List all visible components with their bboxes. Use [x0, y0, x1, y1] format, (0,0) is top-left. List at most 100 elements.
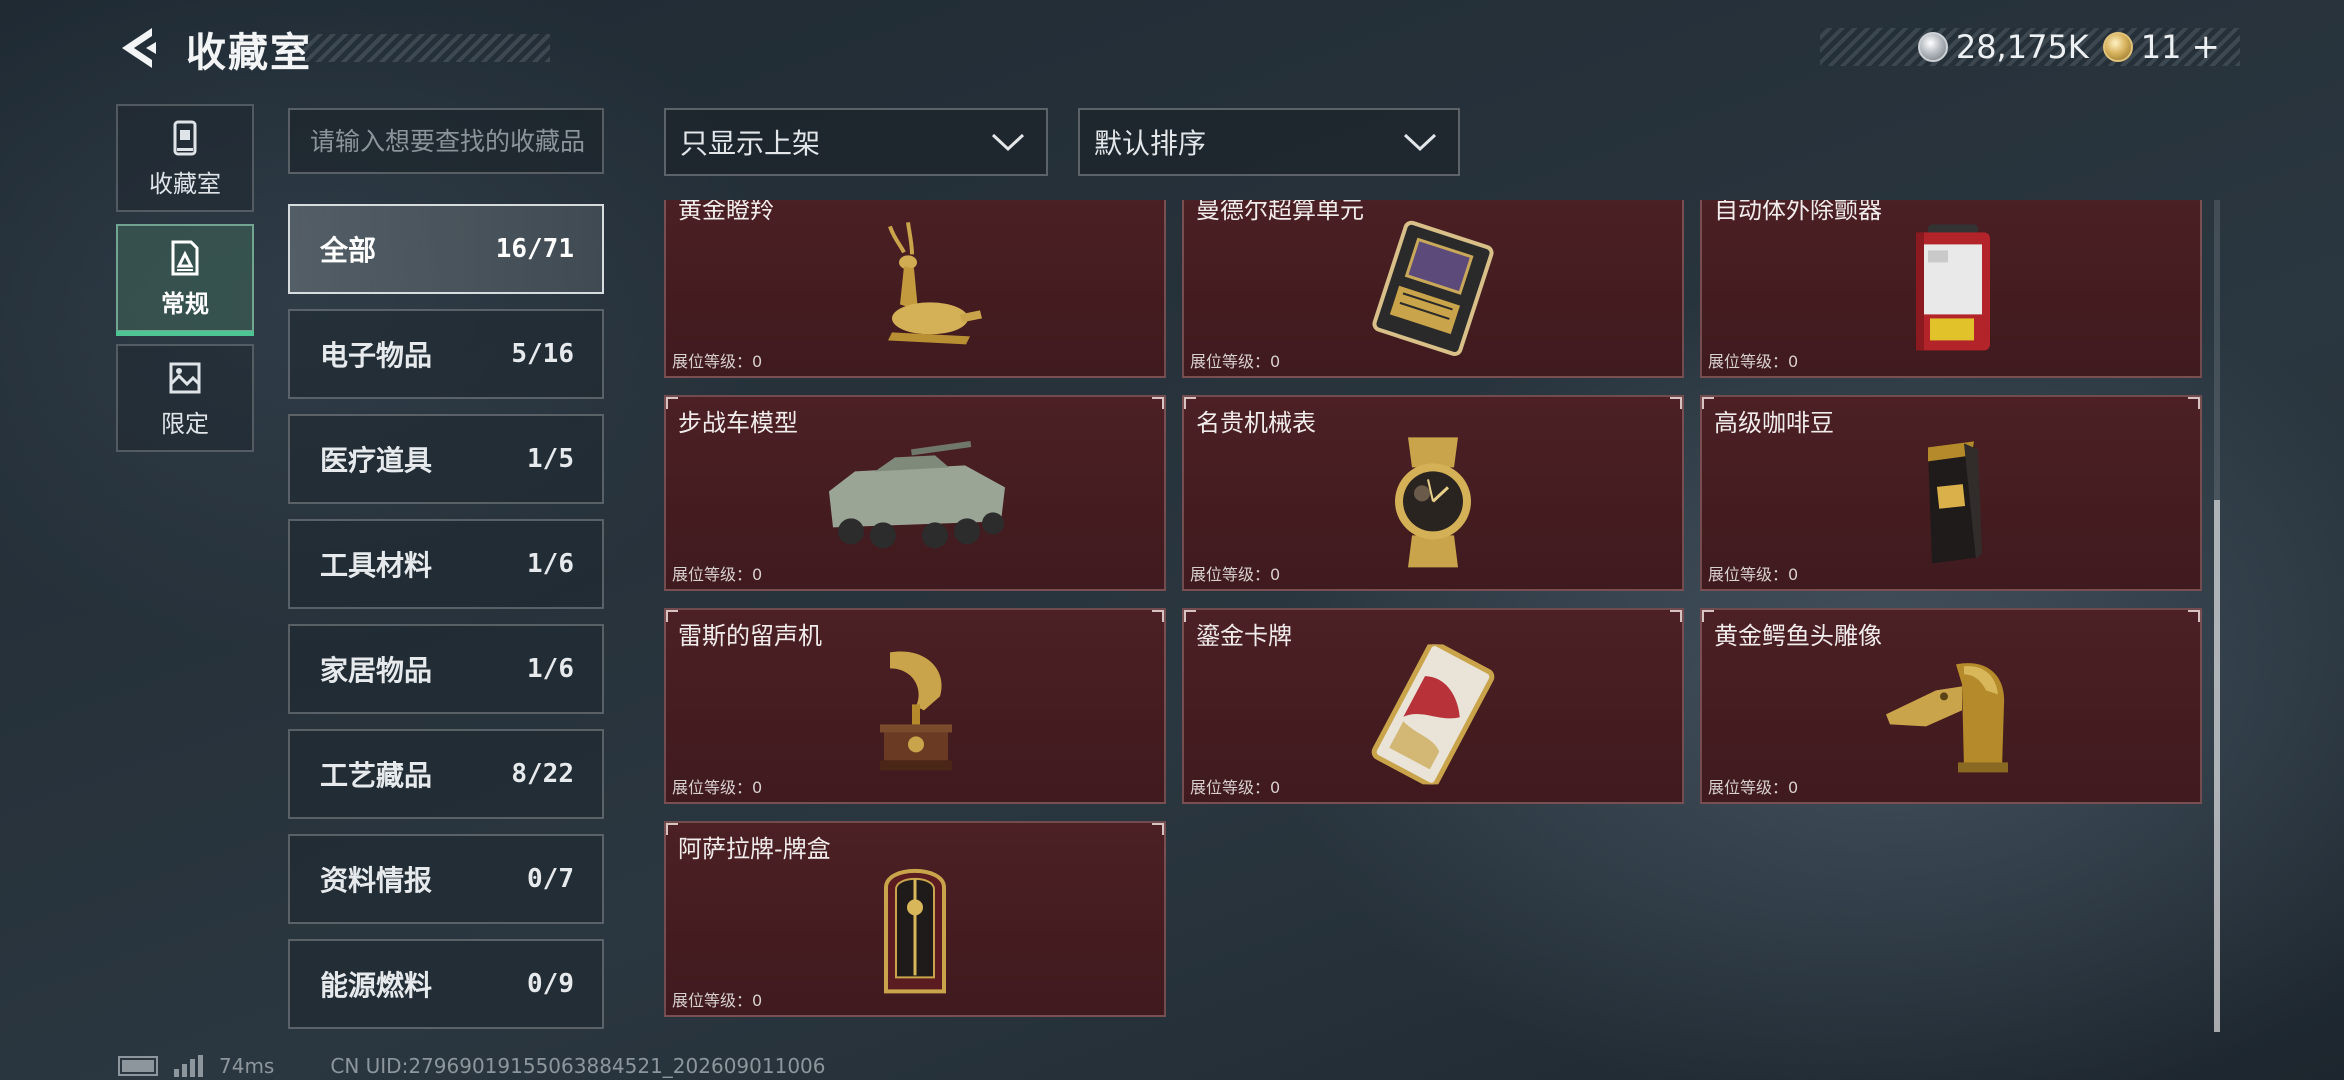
side-tab-collection-room[interactable]: 收藏室 — [116, 104, 254, 212]
category-household[interactable]: 家居物品 1/6 — [288, 624, 604, 714]
gramophone-icon — [880, 651, 952, 771]
search-box[interactable] — [288, 108, 604, 174]
regular-items-icon — [171, 240, 199, 275]
item-card[interactable]: 高级咖啡豆 展位等级：0 — [1700, 395, 2202, 591]
defibrillator-icon — [1916, 224, 1990, 351]
category-name: 能源燃料 — [320, 969, 433, 1002]
category-count: 0/9 — [527, 969, 574, 999]
category-count: 5/16 — [511, 339, 574, 369]
supercomputing-unit-icon — [1372, 220, 1494, 357]
side-tab-label: 收藏室 — [149, 169, 221, 198]
category-count: 1/5 — [527, 444, 574, 474]
top-bar: 收藏室 28,175K 11 + — [0, 0, 2344, 100]
category-electronics[interactable]: 电子物品 5/16 — [288, 309, 604, 399]
battery-icon — [118, 1056, 158, 1076]
category-count: 8/22 — [511, 759, 574, 789]
item-level: 展位等级：0 — [1190, 778, 1281, 797]
silver-coin-icon — [1917, 32, 1948, 62]
item-name: 雷斯的留声机 — [678, 622, 822, 650]
item-level: 展位等级：0 — [1708, 565, 1799, 584]
category-tools[interactable]: 工具材料 1/6 — [288, 519, 604, 609]
category-intel[interactable]: 资料情报 0/7 — [288, 834, 604, 924]
category-count: 1/6 — [527, 654, 574, 684]
title-decoration — [300, 34, 550, 62]
category-crafts[interactable]: 工艺藏品 8/22 — [288, 729, 604, 819]
category-medical[interactable]: 医疗道具 1/5 — [288, 414, 604, 504]
category-name: 工艺藏品 — [320, 759, 433, 792]
chevron-down-icon — [991, 133, 1025, 152]
golden-gazelle-icon — [888, 222, 982, 345]
sort-dropdown[interactable]: 默认排序 — [1078, 108, 1460, 176]
item-card[interactable]: 曼德尔超算单元 展位等级：0 — [1182, 200, 1684, 378]
sort-value: 默认排序 — [1094, 127, 1207, 160]
page-title: 收藏室 — [186, 30, 312, 76]
item-level: 展位等级：0 — [672, 565, 763, 584]
user-uid: CN UID:27969019155063884521_202609011006 — [330, 1054, 826, 1078]
display-filter-dropdown[interactable]: 只显示上架 — [664, 108, 1048, 176]
silver-amount: 28,175K — [1955, 28, 2089, 66]
item-card[interactable]: 鎏金卡牌 展位等级：0 — [1182, 608, 1684, 804]
currency-gold[interactable]: 11 + — [2102, 27, 2221, 67]
category-count: 0/7 — [527, 864, 574, 894]
item-level: 展位等级：0 — [1708, 352, 1799, 371]
add-currency-button[interactable]: + — [2192, 27, 2221, 67]
category-name: 工具材料 — [320, 549, 433, 582]
gold-crocodile-statue-icon — [1886, 663, 2008, 773]
side-tab-label: 常规 — [161, 289, 209, 318]
chevron-down-icon — [1403, 133, 1437, 152]
currency-bar: 28,175K 11 + — [1820, 27, 2240, 67]
item-name: 自动体外除颤器 — [1714, 200, 1882, 224]
category-name: 资料情报 — [320, 864, 433, 897]
category-name: 电子物品 — [320, 339, 433, 372]
category-list: 全部 16/71 电子物品 5/16 医疗道具 1/5 工具材料 1/6 家居物… — [288, 204, 604, 1044]
scroll-thumb[interactable] — [2214, 500, 2220, 1032]
category-energy[interactable]: 能源燃料 0/9 — [288, 939, 604, 1029]
search-input[interactable] — [310, 126, 602, 156]
item-level: 展位等级：0 — [672, 991, 763, 1010]
grid-scrollbar[interactable] — [2214, 200, 2220, 1032]
collection-grid[interactable]: 黄金瞪羚 展位等级：0 曼德尔超算单元 展位等级：0 自动体外除颤器 展位等级：… — [664, 200, 2204, 1032]
ping-value: 74ms — [219, 1054, 275, 1078]
item-level: 展位等级：0 — [1708, 778, 1799, 797]
limited-items-icon — [169, 362, 201, 393]
item-level: 展位等级：0 — [672, 352, 763, 371]
side-tab-regular[interactable]: 常规 — [116, 224, 254, 336]
display-filter-value: 只显示上架 — [680, 127, 821, 160]
item-card[interactable]: 黄金瞪羚 展位等级：0 — [664, 200, 1166, 378]
item-card[interactable]: 阿萨拉牌-牌盒 展位等级：0 — [664, 821, 1166, 1017]
back-button[interactable] — [116, 24, 164, 72]
item-level: 展位等级：0 — [1190, 352, 1281, 371]
gilded-card-icon — [1371, 644, 1495, 785]
item-grid: 黄金瞪羚 展位等级：0 曼德尔超算单元 展位等级：0 自动体外除颤器 展位等级：… — [664, 200, 2204, 1017]
item-name: 阿萨拉牌-牌盒 — [678, 835, 831, 863]
item-name: 黄金鳄鱼头雕像 — [1714, 622, 1882, 650]
collection-room-icon — [173, 120, 197, 155]
ifv-model-icon — [829, 441, 1005, 549]
item-card[interactable]: 黄金鳄鱼头雕像 展位等级：0 — [1700, 608, 2202, 804]
category-count: 16/71 — [495, 234, 574, 264]
item-name: 步战车模型 — [678, 409, 798, 437]
category-name: 全部 — [320, 234, 377, 267]
card-box-icon — [884, 869, 946, 994]
item-name: 高级咖啡豆 — [1714, 409, 1834, 437]
gold-amount: 11 — [2140, 28, 2182, 66]
coffee-beans-icon — [1928, 441, 1982, 564]
side-tabs: 收藏室 常规 限定 — [116, 104, 254, 464]
back-arrow-icon — [122, 28, 156, 68]
category-all[interactable]: 全部 16/71 — [288, 204, 604, 294]
status-bar: 74ms CN UID:27969019155063884521_2026090… — [118, 1052, 826, 1080]
gold-coin-icon — [2102, 32, 2133, 62]
side-tab-limited[interactable]: 限定 — [116, 344, 254, 452]
item-name: 曼德尔超算单元 — [1196, 200, 1364, 224]
item-name: 鎏金卡牌 — [1196, 622, 1292, 650]
side-tab-label: 限定 — [161, 409, 209, 438]
item-level: 展位等级：0 — [672, 778, 763, 797]
item-card[interactable]: 名贵机械表 展位等级：0 — [1182, 395, 1684, 591]
item-name: 名贵机械表 — [1196, 409, 1316, 437]
mechanical-watch-icon — [1395, 437, 1471, 568]
item-card[interactable]: 步战车模型 展位等级：0 — [664, 395, 1166, 591]
category-count: 1/6 — [527, 549, 574, 579]
item-card[interactable]: 自动体外除颤器 展位等级：0 — [1700, 200, 2202, 378]
item-card[interactable]: 雷斯的留声机 展位等级：0 — [664, 608, 1166, 804]
currency-silver: 28,175K — [1917, 28, 2089, 66]
